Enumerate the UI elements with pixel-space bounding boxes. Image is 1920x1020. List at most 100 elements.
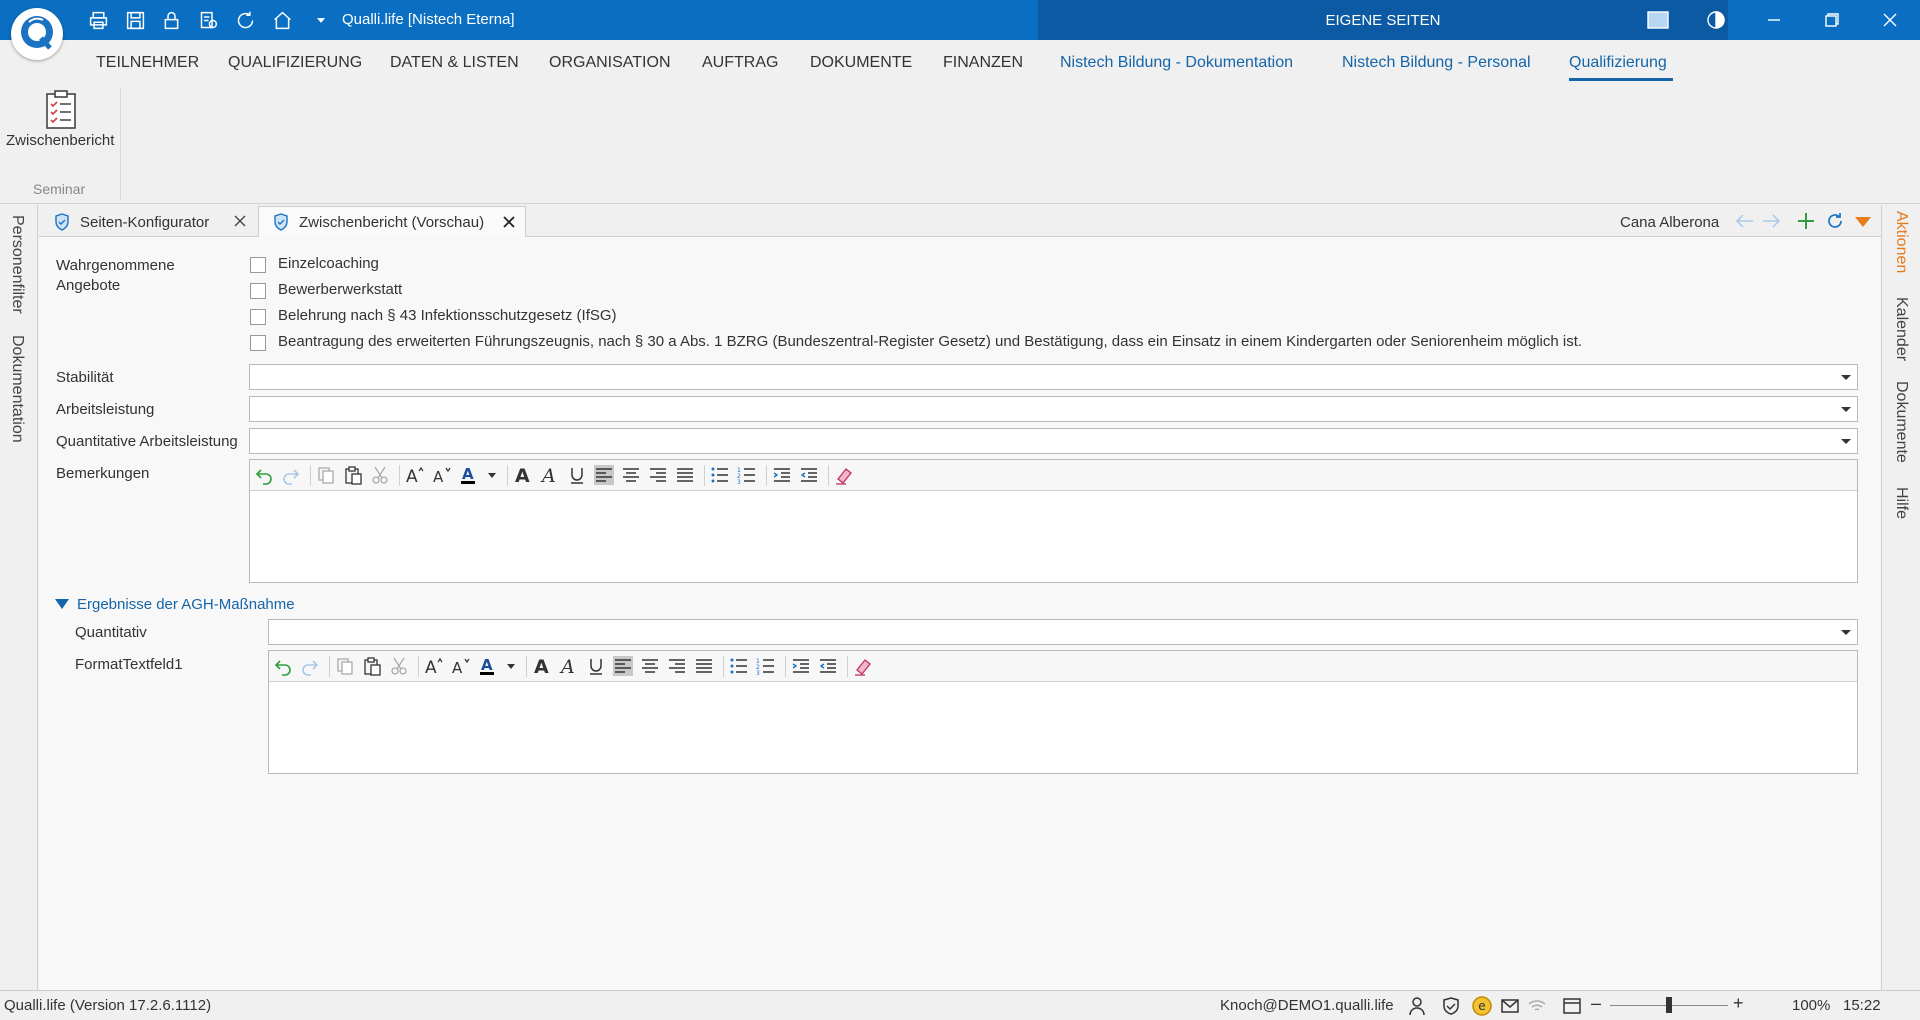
zwischenbericht-icon[interactable] xyxy=(43,90,79,130)
arbeitsleistung-combobox[interactable] xyxy=(249,396,1858,422)
checkbox-bewerberwerkstatt[interactable] xyxy=(250,283,266,299)
indent-icon[interactable] xyxy=(772,465,792,485)
quantitativ-combobox[interactable] xyxy=(268,619,1858,645)
align-center-icon[interactable] xyxy=(640,656,660,676)
zoom-in-button[interactable]: + xyxy=(1733,993,1744,1014)
align-right-icon[interactable] xyxy=(667,656,687,676)
justify-icon[interactable] xyxy=(675,465,695,485)
tab-dokumente[interactable]: DOKUMENTE xyxy=(810,54,912,72)
undo-icon[interactable] xyxy=(254,465,274,485)
bullet-list-icon[interactable] xyxy=(729,656,749,676)
chevron-down-icon[interactable] xyxy=(1841,407,1851,412)
shrink-font-icon[interactable]: A xyxy=(432,465,452,485)
redo-icon[interactable] xyxy=(300,656,320,676)
tab-seiten-konfigurator[interactable]: Seiten-Konfigurator xyxy=(40,206,256,238)
quant-arbeitsleistung-combobox[interactable] xyxy=(249,428,1858,454)
home-icon[interactable] xyxy=(271,9,293,31)
zoom-out-button[interactable]: – xyxy=(1591,993,1601,1014)
tab-daten-listen[interactable]: DATEN & LISTEN xyxy=(390,54,519,72)
bemerkungen-editor[interactable]: AAAAA123 xyxy=(249,459,1858,583)
quick-access-dropdown-icon[interactable] xyxy=(314,9,328,31)
italic-icon[interactable]: A xyxy=(559,656,579,676)
settings-doc-icon[interactable] xyxy=(197,9,219,31)
sidebar-item-dokumentation[interactable]: Dokumentation xyxy=(8,335,26,443)
editor-text-area[interactable] xyxy=(269,682,1857,774)
zwischenbericht-button[interactable]: Zwischenbericht xyxy=(6,132,114,149)
layout-icon[interactable] xyxy=(1630,0,1686,40)
align-center-icon[interactable] xyxy=(621,465,641,485)
tab-nistech-dokumentation[interactable]: Nistech Bildung - Dokumentation xyxy=(1060,54,1293,72)
stabilitaet-combobox[interactable] xyxy=(249,364,1858,390)
forward-arrow-icon[interactable] xyxy=(1761,212,1781,230)
paste-icon[interactable] xyxy=(362,656,382,676)
tab-qualifizierung-main[interactable]: QUALIFIZIERUNG xyxy=(228,54,362,72)
underline-icon[interactable] xyxy=(567,465,587,485)
copy-icon[interactable] xyxy=(316,465,336,485)
wifi-icon[interactable] xyxy=(1527,996,1547,1016)
outdent-icon[interactable] xyxy=(799,465,819,485)
contrast-icon[interactable] xyxy=(1688,0,1744,40)
checkbox-belehrung[interactable] xyxy=(250,309,266,325)
underline-icon[interactable] xyxy=(586,656,606,676)
sidebar-item-hilfe[interactable]: Hilfe xyxy=(1892,487,1910,519)
sidebar-item-dokumente[interactable]: Dokumente xyxy=(1892,381,1910,463)
tab-finanzen[interactable]: FINANZEN xyxy=(943,54,1023,72)
paste-icon[interactable] xyxy=(343,465,363,485)
align-left-icon[interactable] xyxy=(594,465,614,485)
print-icon[interactable] xyxy=(87,9,109,31)
lock-icon[interactable] xyxy=(160,9,182,31)
numbered-list-icon[interactable]: 123 xyxy=(756,656,776,676)
close-tab-icon[interactable] xyxy=(232,213,248,229)
tab-qualifizierung[interactable]: Qualifizierung xyxy=(1569,54,1667,72)
checkbox-fuehrungszeugnis[interactable] xyxy=(250,335,266,351)
section-title[interactable]: Ergebnisse der AGH-Maßnahme xyxy=(77,596,295,613)
italic-icon[interactable]: A xyxy=(540,465,560,485)
save-icon[interactable] xyxy=(124,9,146,31)
numbered-list-icon[interactable]: 123 xyxy=(737,465,757,485)
sidebar-item-personenfilter[interactable]: Personenfilter xyxy=(8,215,26,314)
clear-format-icon[interactable] xyxy=(853,656,873,676)
close-icon[interactable] xyxy=(1862,0,1918,40)
chevron-down-icon[interactable] xyxy=(1841,439,1851,444)
bullet-list-icon[interactable] xyxy=(710,465,730,485)
close-tab-icon[interactable] xyxy=(501,214,517,230)
editor-text-area[interactable] xyxy=(250,491,1857,583)
align-left-icon[interactable] xyxy=(613,656,633,676)
e-icon[interactable]: e xyxy=(1472,996,1492,1016)
back-arrow-icon[interactable] xyxy=(1735,212,1755,230)
tab-zwischenbericht-vorschau[interactable]: Zwischenbericht (Vorschau) xyxy=(258,206,526,238)
shield-check-icon[interactable] xyxy=(1441,996,1461,1016)
qualli-logo[interactable] xyxy=(11,8,63,60)
refresh-icon[interactable] xyxy=(1826,212,1844,230)
minimize-icon[interactable] xyxy=(1746,0,1802,40)
zoom-slider-thumb[interactable] xyxy=(1666,997,1672,1013)
user-icon[interactable] xyxy=(1407,996,1427,1016)
formattextfeld-editor[interactable]: AAAAA123 xyxy=(268,650,1858,774)
sidebar-item-aktionen[interactable]: Aktionen xyxy=(1892,211,1910,273)
mail-icon[interactable] xyxy=(1500,996,1520,1016)
actions-dropdown-icon[interactable] xyxy=(1855,216,1871,228)
window-icon[interactable] xyxy=(1562,996,1582,1016)
collapse-triangle-icon[interactable] xyxy=(55,598,69,610)
font-color-dropdown-icon[interactable] xyxy=(505,656,517,676)
tab-auftrag[interactable]: AUFTRAG xyxy=(702,54,778,72)
bold-icon[interactable]: A xyxy=(513,465,533,485)
copy-icon[interactable] xyxy=(335,656,355,676)
shrink-font-icon[interactable]: A xyxy=(451,656,471,676)
cut-icon[interactable] xyxy=(389,656,409,676)
cut-icon[interactable] xyxy=(370,465,390,485)
restore-icon[interactable] xyxy=(1804,0,1860,40)
outdent-icon[interactable] xyxy=(818,656,838,676)
font-color-icon[interactable]: A xyxy=(478,656,498,676)
tab-teilnehmer[interactable]: TEILNEHMER xyxy=(96,54,199,72)
bold-icon[interactable]: A xyxy=(532,656,552,676)
undo-icon[interactable] xyxy=(273,656,293,676)
grow-font-icon[interactable]: A xyxy=(405,465,425,485)
tab-organisation[interactable]: ORGANISATION xyxy=(549,54,671,72)
eigene-seiten-button[interactable]: EIGENE SEITEN xyxy=(1038,0,1728,40)
redo-icon[interactable] xyxy=(281,465,301,485)
font-color-icon[interactable]: A xyxy=(459,465,479,485)
add-icon[interactable] xyxy=(1797,212,1815,230)
align-right-icon[interactable] xyxy=(648,465,668,485)
checkbox-einzelcoaching[interactable] xyxy=(250,257,266,273)
